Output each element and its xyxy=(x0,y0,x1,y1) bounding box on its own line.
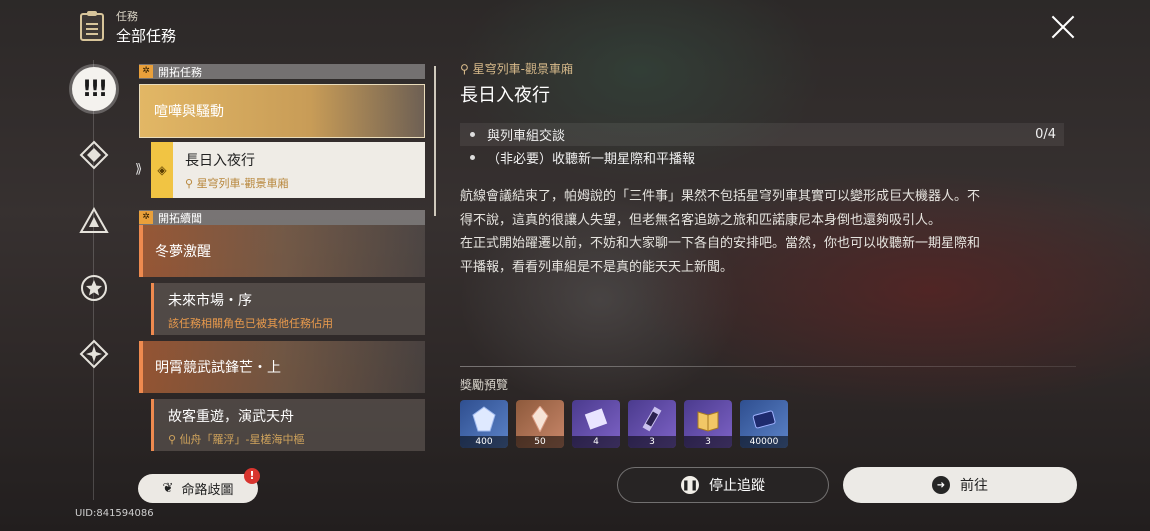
triangle-star-icon xyxy=(79,206,109,233)
crystal-icon xyxy=(531,406,549,432)
reward-item[interactable]: 4 xyxy=(572,400,620,448)
quest-title: 喧嘩與騷動 xyxy=(154,104,224,120)
refinement-icon xyxy=(642,406,662,432)
reward-item[interactable]: 400 xyxy=(460,400,508,448)
rewards-label: 獎勵預覽 xyxy=(460,378,509,392)
reward-count: 400 xyxy=(460,436,508,448)
path-map-icon: ❦ xyxy=(162,481,174,496)
objective-row: （非必要）收聽新一期星際和平播報 xyxy=(460,146,1064,169)
quest-title: 長日入夜行 xyxy=(185,152,255,169)
rewards-list: 400 50 4 3 3 40000 xyxy=(460,400,788,448)
section-label: 開拓任務 xyxy=(158,65,202,79)
stop-tracking-button[interactable]: ❚❚ 停止追蹤 xyxy=(617,467,829,503)
bullet-icon xyxy=(470,155,475,160)
quest-warning: 該任務相關角色已被其他任務佔用 xyxy=(168,317,333,330)
rail-companion[interactable] xyxy=(76,203,112,239)
objectives: 與列車組交談 0/4 （非必要）收聽新一期星際和平播報 xyxy=(460,123,1064,169)
reward-count: 4 xyxy=(572,436,620,448)
quest-detail: ⚲ 星穹列車-觀景車廂 長日入夜行 與列車組交談 0/4 （非必要）收聽新一期星… xyxy=(460,60,1064,279)
reward-item[interactable]: 50 xyxy=(516,400,564,448)
go-label: 前往 xyxy=(960,478,988,494)
rail-adventure[interactable] xyxy=(76,270,112,306)
quest-title: 故客重遊，演武天舟 xyxy=(168,409,294,425)
quest-item[interactable]: 明霄競武試鋒芒・上 xyxy=(139,341,425,393)
reward-item[interactable]: 3 xyxy=(684,400,732,448)
reward-item[interactable]: 3 xyxy=(628,400,676,448)
arrow-right-icon: ➜ xyxy=(932,476,950,494)
path-map-button[interactable]: ❦ 命路歧圖 ! xyxy=(138,468,260,503)
objective-count: 0/4 xyxy=(1035,127,1056,142)
reward-item[interactable]: 40000 xyxy=(740,400,788,448)
objective-row: 與列車組交談 0/4 xyxy=(460,123,1064,146)
track-diamond-icon: ◈ xyxy=(151,142,173,198)
description-line: 航線會議結束了，帕姆說的「三件事」果然不包括星穹列車其實可以變形成巨大機器人。不 xyxy=(460,189,981,204)
quest-subitem[interactable]: 故客重遊，演武天舟 ⚲ 仙舟「羅浮」-星槎海中樞 xyxy=(151,399,425,451)
go-button[interactable]: ➜ 前往 xyxy=(843,467,1077,503)
quest-title: 明霄競武試鋒芒・上 xyxy=(155,360,281,376)
section-badge: ✲ xyxy=(139,65,153,78)
path-map-label: 命路歧圖 xyxy=(181,483,234,498)
detail-location: ⚲ 星穹列車-觀景車廂 xyxy=(460,62,573,76)
stellar-jade-icon xyxy=(472,406,496,432)
bullet-icon xyxy=(470,132,475,137)
description-line: 在正式開始躍遷以前，不妨和大家聊一下各自的安排吧。當然，你也可以收聽新一期星際和 xyxy=(460,236,981,251)
page-title: 全部任務 xyxy=(116,27,177,45)
credit-icon xyxy=(752,410,776,429)
all-quests-icon: !!! xyxy=(81,76,108,102)
notification-badge: ! xyxy=(244,468,260,484)
quest-item[interactable]: 冬夢激醒 xyxy=(139,225,425,277)
quest-subitem[interactable]: 未來市場・序 該任務相關角色已被其他任務佔用 xyxy=(151,283,425,335)
objective-text: 與列車組交談 xyxy=(487,129,566,144)
ticket-icon xyxy=(584,408,608,430)
quest-location: ⚲ 星穹列車-觀景車廂 xyxy=(185,176,289,190)
quest-item[interactable]: 喧嘩與騷動 xyxy=(139,84,425,138)
uid-label: UID:841594086 xyxy=(75,508,154,519)
quest-location: ⚲ 仙舟「羅浮」-星槎海中樞 xyxy=(168,433,305,446)
objective-text: （非必要）收聽新一期星際和平播報 xyxy=(487,152,696,167)
header-section: 任務 xyxy=(116,10,138,23)
header: 任務 全部任務 xyxy=(80,8,176,46)
four-point-star-icon xyxy=(79,339,109,369)
rail-daily[interactable] xyxy=(76,336,112,372)
reward-count: 3 xyxy=(684,436,732,448)
reward-count: 50 xyxy=(516,436,564,448)
reward-count: 3 xyxy=(628,436,676,448)
description-line: 得不說，這真的很讓人失望，但老無名客追跡之旅和匹諾康尼本身倒也還夠吸引人。 xyxy=(460,212,942,228)
section-header-continuance: ✲ 開拓續聞 xyxy=(139,210,425,225)
section-badge: ✲ xyxy=(139,211,153,224)
quest-item-selected[interactable]: ⟫ ◈ 長日入夜行 ⚲ 星穹列車-觀景車廂 xyxy=(135,142,425,198)
close-icon[interactable] xyxy=(1050,14,1076,40)
quest-description: 航線會議結束了，帕姆說的「三件事」果然不包括星穹列車其實可以變形成巨大機器人。不… xyxy=(460,185,1064,279)
description-line: 平播報，看看列車組是不是真的能天天上新聞。 xyxy=(460,259,734,275)
section-header-trailblaze: ✲ 開拓任務 xyxy=(139,64,425,79)
reward-count: 40000 xyxy=(740,436,788,448)
rail-trailblaze[interactable] xyxy=(76,137,112,173)
clipboard-icon xyxy=(80,11,104,41)
section-label: 開拓續聞 xyxy=(158,211,202,225)
quest-list: ✲ 開拓任務 喧嘩與騷動 ⟫ ◈ 長日入夜行 ⚲ 星穹列車-觀景車廂 ✲ 開拓續… xyxy=(135,64,425,451)
quest-title: 未來市場・序 xyxy=(168,293,252,309)
stop-tracking-label: 停止追蹤 xyxy=(709,478,765,494)
divider xyxy=(460,366,1076,367)
list-scrollbar[interactable] xyxy=(434,66,436,216)
detail-title: 長日入夜行 xyxy=(460,85,550,106)
selected-arrow-icon: ⟫ xyxy=(135,162,143,177)
book-icon xyxy=(697,411,719,432)
star-icon xyxy=(81,275,107,301)
pause-icon: ❚❚ xyxy=(681,476,699,494)
quest-title: 冬夢激醒 xyxy=(155,244,211,260)
rail-all-quests[interactable]: !!! xyxy=(72,67,116,111)
diamond-star-icon xyxy=(79,140,109,170)
